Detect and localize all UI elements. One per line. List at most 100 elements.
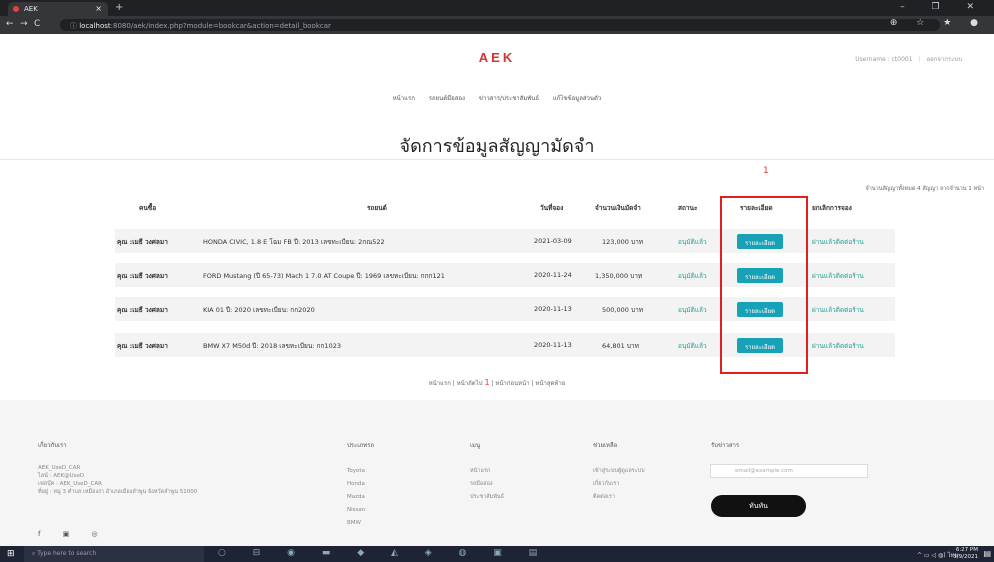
browser-tab[interactable]: AEK × <box>8 2 108 16</box>
site-logo[interactable]: AEK <box>0 50 994 65</box>
reload-icon[interactable]: C <box>34 19 40 29</box>
taskbar: ⊞ ⌕ Type here to search ○ ⊟ ◉ ▬ ◆ ◭ ◈ ◍ … <box>0 546 994 562</box>
date-cell: 2020-11-13 <box>534 341 572 349</box>
header-amount: จำนวนเงินมัดจำ <box>595 204 641 212</box>
cancel-link[interactable]: ผ่านแล้วติดต่อร้าน <box>812 341 864 351</box>
about-line: AEK_UseD_CAR <box>38 465 81 471</box>
taskbar-search[interactable]: ⌕ Type here to search <box>24 546 204 562</box>
site-footer: เกี่ยวกับเรา AEK_UseD_CAR ไลน์ : AEK@Use… <box>0 400 994 546</box>
footer-menu: หน้าแรก รถมือสอง ประชาสัมพันธ์ <box>470 465 504 504</box>
forward-icon[interactable]: → <box>20 19 28 29</box>
help-list: เข้าสู่ระบบผู้ดูแลระบบ เกี่ยวกับเรา ติดต… <box>593 465 645 504</box>
car-cell: HONDA CIVIC, 1.8 E โฉม FB ปี: 2013 เลขทะ… <box>203 238 385 246</box>
site-header: AEK หน้าแรก รถยนต์มือสอง ข่าวสาร/ประชาสั… <box>0 34 994 124</box>
header-cancel: ยกเลิกการจอง <box>812 204 852 212</box>
help-link[interactable]: เกี่ยวกับเรา <box>593 478 645 491</box>
clock-date: 3/9/2021 <box>953 554 978 560</box>
email-input[interactable]: email@example.com <box>710 464 868 478</box>
date-cell: 2020-11-13 <box>534 305 572 313</box>
pager-last[interactable]: หน้าสุดท้าย <box>535 380 565 387</box>
about-text: AEK_UseD_CAR ไลน์ : AEK@UseD เฟสบุ๊ค : A… <box>38 464 197 496</box>
main-nav: หน้าแรก รถยนต์มือสอง ข่าวสาร/ประชาสัมพัน… <box>0 93 994 103</box>
address-bar[interactable]: ⓘ localhost:8080/aek/index.php?module=bo… <box>60 19 940 31</box>
amount-cell: 123,000 บาท <box>602 238 644 246</box>
buyer-cell: คุณ :เมธี วงศลมา <box>117 238 168 246</box>
cancel-link[interactable]: ผ่านแล้วติดต่อร้าน <box>812 237 864 247</box>
buyer-cell: คุณ :เมธี วงศลมา <box>117 342 168 350</box>
contract-summary: จำนวนสัญญาทั้งหมด 4 สัญญา จากจำนวน 1 หน้… <box>865 186 984 192</box>
amount-cell: 64,801 บาท <box>602 342 639 350</box>
brand-link[interactable]: Mazda <box>347 491 365 504</box>
status-cell: อนุมัติแล้ว <box>678 238 707 246</box>
about-line: เฟสบุ๊ค : AEK_UseD_CAR <box>38 481 102 487</box>
header-status: สถานะ <box>678 204 698 212</box>
brands-title: ประเภทรถ <box>347 442 375 449</box>
taskbar-app-icons[interactable]: ○ ⊟ ◉ ▬ ◆ ◭ ◈ ◍ ▣ ▤ <box>218 548 549 558</box>
nav-item-news[interactable]: ข่าวสาร/ประชาสัมพันธ์ <box>479 95 539 102</box>
date-cell: 2021-03-09 <box>534 237 572 245</box>
about-title: เกี่ยวกับเรา <box>38 442 67 449</box>
car-cell: BMW X7 M50d ปี: 2018 เลขทะเบียน: กก1023 <box>203 342 341 350</box>
brand-link[interactable]: BMW <box>347 517 365 530</box>
site-info-icon[interactable]: ⓘ <box>70 22 77 30</box>
detail-column-highlight <box>720 196 808 374</box>
toolbar-extension-icons[interactable]: ⊕ ☆ ★ ● <box>890 18 986 28</box>
back-icon[interactable]: ← <box>6 19 14 29</box>
logout-link[interactable]: ออกจากระบบ <box>927 56 962 63</box>
url-host: localhost <box>79 22 111 30</box>
car-cell: KIA 01 ปี: 2020 เลขทะเบียน: กก2020 <box>203 306 315 314</box>
car-cell: FORD Mustang (ปี 65-73) Mach 1 7.0 AT Co… <box>203 272 445 280</box>
header-date: วันที่จอง <box>540 204 564 212</box>
brand-link[interactable]: Honda <box>347 478 365 491</box>
tab-close-icon[interactable]: × <box>95 4 102 13</box>
header-car: รถยนต์ <box>367 204 387 212</box>
status-cell: อนุมัติแล้ว <box>678 272 707 280</box>
browser-tab-strip: AEK × + – ❐ ✕ <box>0 0 994 16</box>
new-tab-icon[interactable]: + <box>115 2 123 13</box>
social-icons[interactable]: f ▣ ◎ <box>38 530 108 538</box>
date-cell: 2020-11-24 <box>534 271 572 279</box>
about-line: ที่อยู่ : หมู่ 3 ตำบล เหมืองง่า อำเภอเมื… <box>38 489 198 495</box>
menu-title: เมนู <box>470 442 481 449</box>
notification-icon[interactable]: ▤ <box>983 549 991 558</box>
user-info: Username : ct0001 | ออกจากระบบ <box>855 56 962 63</box>
help-link[interactable]: เข้าสู่ระบบผู้ดูแลระบบ <box>593 465 645 478</box>
status-cell: อนุมัติแล้ว <box>678 342 707 350</box>
pager-current: 1 <box>484 378 490 387</box>
footer-menu-link[interactable]: หน้าแรก <box>470 465 504 478</box>
divider <box>0 159 994 160</box>
cancel-link[interactable]: ผ่านแล้วติดต่อร้าน <box>812 305 864 315</box>
favicon-icon <box>13 6 19 12</box>
news-title: รับข่าวสาร <box>711 442 740 449</box>
footer-menu-link[interactable]: ประชาสัมพันธ์ <box>470 491 504 504</box>
tab-title: AEK <box>24 5 38 13</box>
browser-toolbar: ← → C ⓘ localhost:8080/aek/index.php?mod… <box>0 16 994 34</box>
cancel-link[interactable]: ผ่านแล้วติดต่อร้าน <box>812 271 864 281</box>
page-title: จัดการข้อมูลสัญญามัดจำ <box>399 136 595 156</box>
brand-list: Toyota Honda Mazda Nissan BMW <box>347 465 365 530</box>
footer-menu-link[interactable]: รถมือสอง <box>470 478 504 491</box>
url-path: :8080/aek/index.php?module=bookcar&actio… <box>110 22 331 30</box>
window-controls[interactable]: – ❐ ✕ <box>900 2 986 12</box>
pager-prev[interactable]: หน้าก่อนหน้า <box>495 380 529 387</box>
nav-item-used-cars[interactable]: รถยนต์มือสอง <box>429 95 465 102</box>
help-link[interactable]: ติดต่อเรา <box>593 491 645 504</box>
clock-time: 6:27 PM <box>955 547 978 553</box>
amount-cell: 1,350,000 บาท <box>595 272 643 280</box>
system-tray[interactable]: ^ ▭ ◁ ◍) ไทย <box>917 550 958 560</box>
pager-next[interactable]: หน้าถัดไป <box>457 380 483 387</box>
nav-item-profile[interactable]: แก้ไขข้อมูลส่วนตัว <box>553 95 601 102</box>
status-cell: อนุมัติแล้ว <box>678 306 707 314</box>
header-buyer: คนซื้อ <box>139 204 157 212</box>
subscribe-button[interactable]: ทันทัน <box>711 495 806 517</box>
buyer-cell: คุณ :เมธี วงศลมา <box>117 272 168 280</box>
username-label: Username : ct0001 <box>855 56 913 63</box>
windows-start-icon[interactable]: ⊞ <box>7 549 15 559</box>
brand-link[interactable]: Toyota <box>347 465 365 478</box>
clock[interactable]: 6:27 PM 3/9/2021 <box>953 547 978 561</box>
brand-link[interactable]: Nissan <box>347 504 365 517</box>
current-page-number: 1 <box>763 166 769 176</box>
pager-first[interactable]: หน้าแรก <box>429 380 451 387</box>
nav-item-home[interactable]: หน้าแรก <box>393 95 415 102</box>
buyer-cell: คุณ :เมธี วงศลมา <box>117 306 168 314</box>
